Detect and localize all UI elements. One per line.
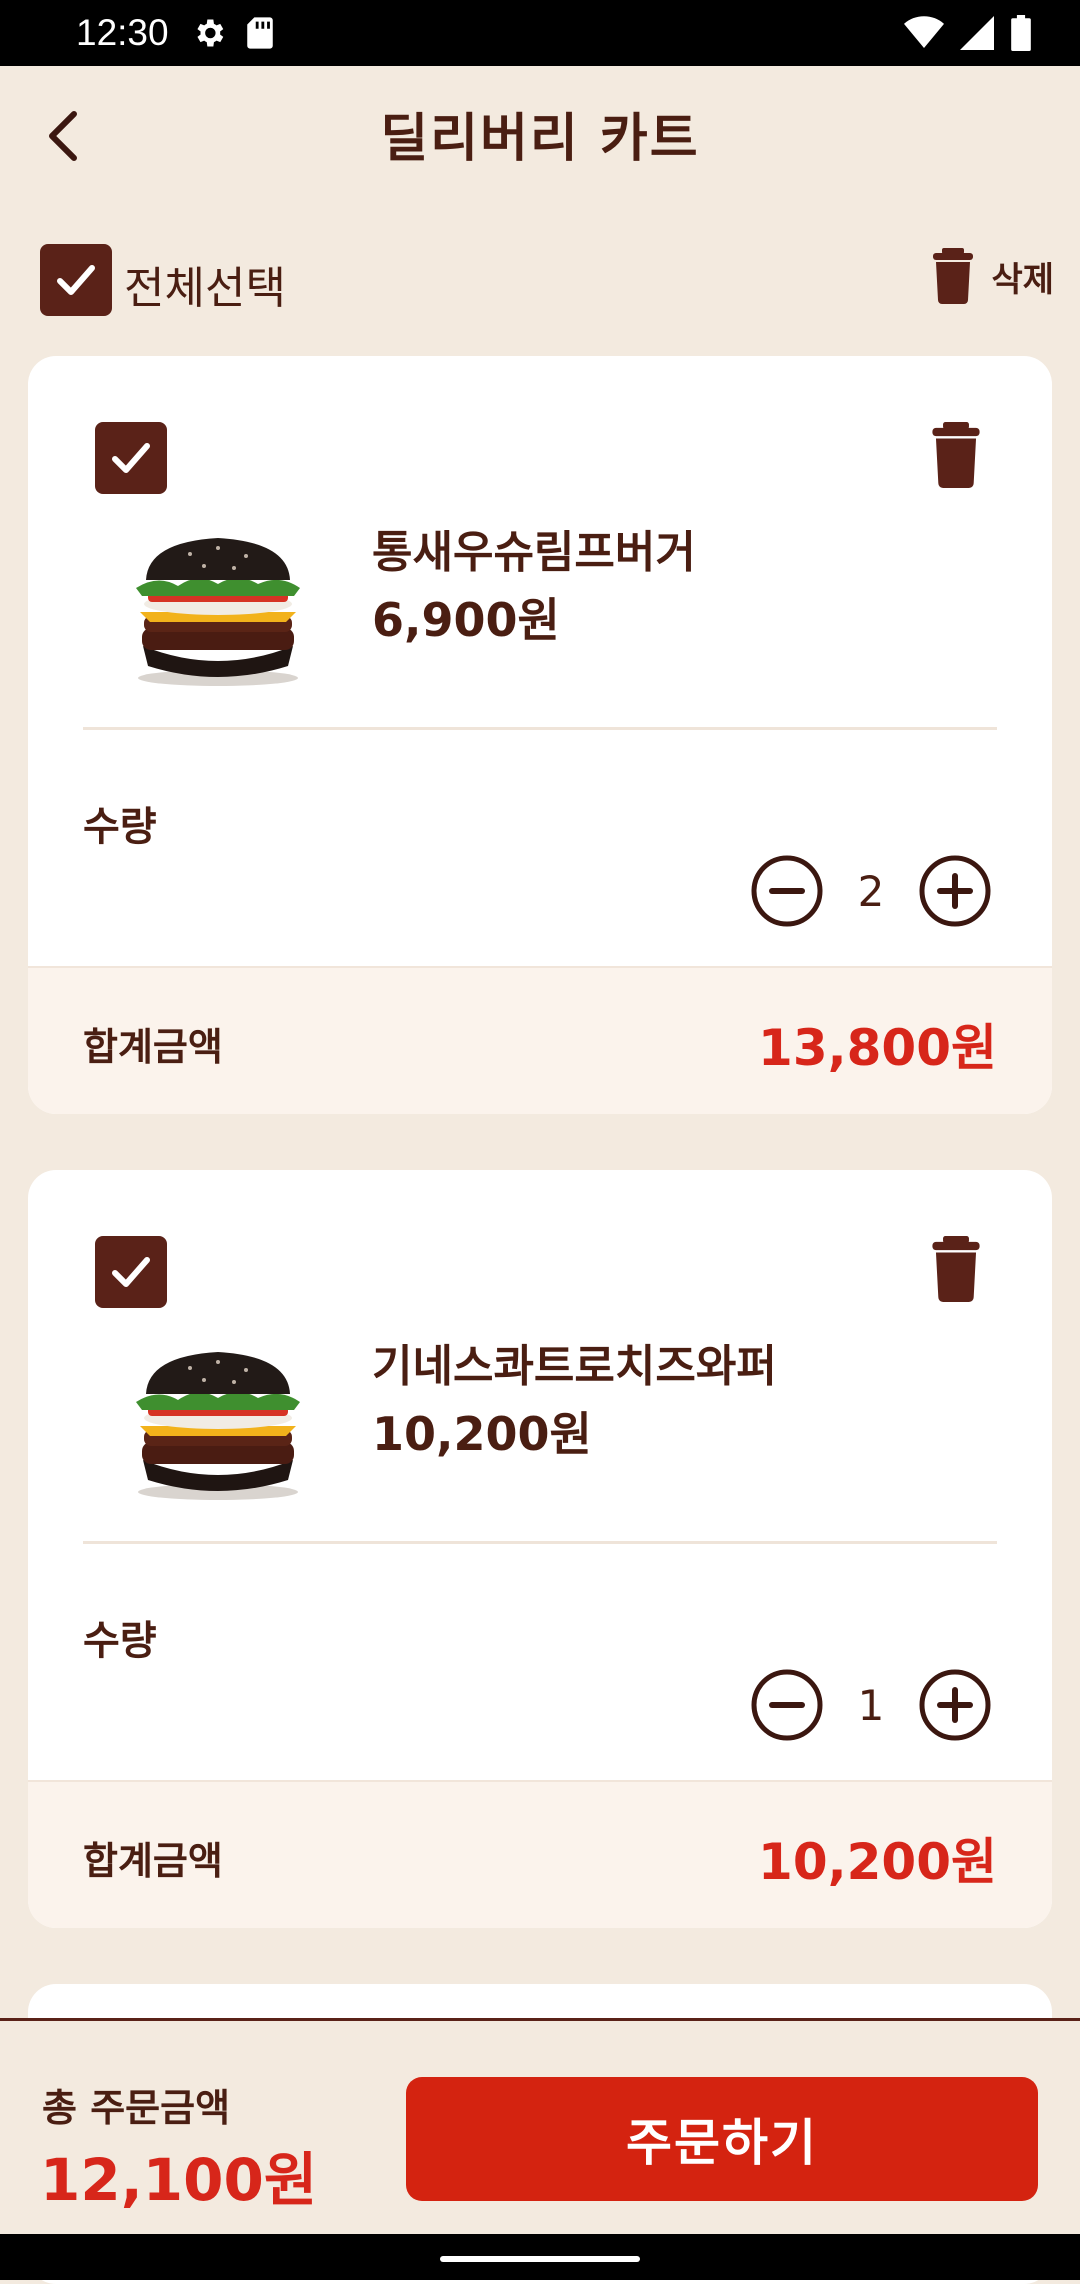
- plus-icon[interactable]: [918, 854, 992, 928]
- minus-icon[interactable]: [750, 1668, 824, 1742]
- cart-item: 통새우슈림프버거 6,900원 수량 2 합계금액 13,800원: [28, 356, 1052, 1114]
- delete-selected-button[interactable]: 삭제: [931, 248, 1054, 304]
- sum-label: 합계금액: [83, 1839, 223, 1883]
- check-icon: [112, 1257, 150, 1287]
- home-handle[interactable]: [440, 2256, 640, 2262]
- burger-image: [136, 1352, 300, 1500]
- quantity-value: 2: [857, 866, 885, 916]
- burger-image: [136, 538, 300, 686]
- total-value: 12,100원: [40, 2146, 318, 2214]
- item-checkbox[interactable]: [95, 422, 167, 494]
- delete-label: 삭제: [991, 259, 1054, 300]
- battery-icon: [1011, 15, 1031, 51]
- divider: [83, 1541, 997, 1544]
- system-nav-bar: [0, 2234, 1080, 2280]
- trash-icon: [933, 248, 974, 304]
- signal-icon: [960, 16, 994, 50]
- quantity-value: 1: [857, 1680, 885, 1730]
- sum-value: 13,800원: [758, 1019, 997, 1077]
- cart-item: 기네스콰트로치즈와퍼 10,200원 수량 1 합계금액 10,200원: [28, 1170, 1052, 1928]
- item-sum-row: 합계금액 10,200원: [28, 1780, 1052, 1928]
- quantity-stepper: 1: [750, 1668, 992, 1742]
- item-sum-row: 합계금액 13,800원: [28, 966, 1052, 1114]
- trash-icon: [932, 1236, 980, 1302]
- plus-icon[interactable]: [918, 1668, 992, 1742]
- sum-label: 합계금액: [83, 1025, 223, 1069]
- item-delete-button[interactable]: [930, 1236, 982, 1306]
- check-icon: [57, 265, 95, 295]
- total-label: 총 주문금액: [42, 2086, 231, 2130]
- item-name: 통새우슈림프버거: [372, 527, 696, 578]
- sum-value: 10,200원: [758, 1833, 997, 1891]
- app-header: 딜리버리 카트: [0, 66, 1080, 206]
- minus-icon[interactable]: [750, 854, 824, 928]
- quantity-label: 수량: [83, 804, 157, 850]
- status-bar: 12:30: [0, 0, 1080, 66]
- check-icon: [112, 443, 150, 473]
- gear-icon: [197, 19, 223, 47]
- quantity-stepper: 2: [750, 854, 992, 928]
- quantity-label: 수량: [83, 1618, 157, 1664]
- select-all-checkbox[interactable]: [40, 244, 112, 316]
- status-time: 12:30: [76, 12, 169, 53]
- page-title: 딜리버리 카트: [380, 109, 700, 169]
- item-delete-button[interactable]: [930, 422, 982, 492]
- order-footer: 총 주문금액 12,100원 주문하기: [0, 2018, 1080, 2237]
- item-price: 6,900원: [372, 593, 560, 647]
- wifi-icon: [904, 16, 944, 48]
- item-name: 기네스콰트로치즈와퍼: [372, 1341, 777, 1392]
- select-all-label: 전체선택: [124, 263, 286, 314]
- item-checkbox[interactable]: [95, 1236, 167, 1308]
- sd-card-icon: [246, 17, 273, 49]
- select-all-bar: 전체선택 삭제: [0, 230, 1080, 330]
- item-price: 10,200원: [372, 1407, 592, 1461]
- trash-icon: [932, 422, 980, 488]
- divider: [83, 727, 997, 730]
- order-button[interactable]: 주문하기: [406, 2077, 1038, 2201]
